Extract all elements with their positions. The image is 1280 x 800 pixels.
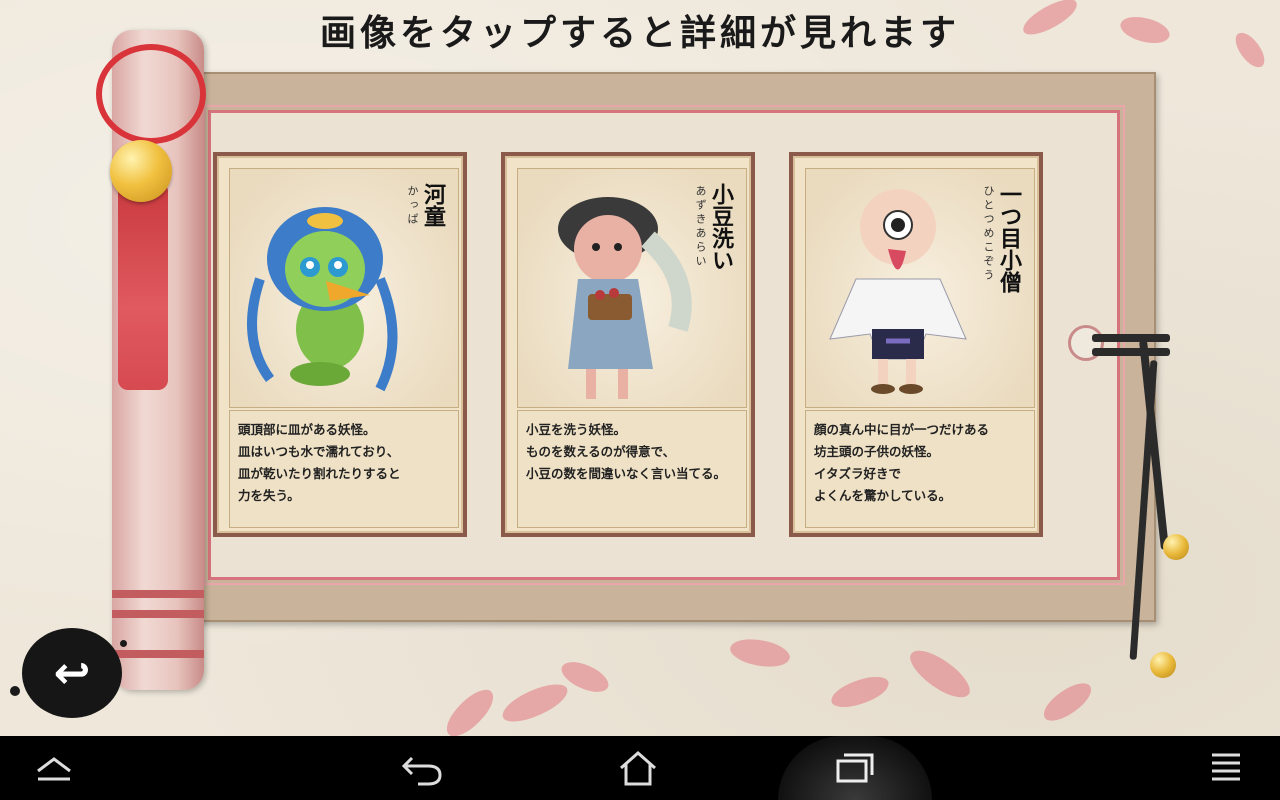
- back-nav-button[interactable]: [382, 736, 462, 800]
- menu-button[interactable]: [1186, 736, 1266, 800]
- roll-band: [112, 590, 204, 598]
- petal-decoration: [438, 683, 502, 736]
- ink-splash: [120, 640, 127, 647]
- card-kappa[interactable]: 河童 かっぱ 頭頂部に皿がある妖怪。 皿はいつも水で濡れており、 皿が乾いたり割…: [213, 152, 467, 537]
- back-icon: [401, 756, 442, 786]
- up-chevron-button[interactable]: [14, 736, 94, 800]
- card-name: 河童: [420, 183, 446, 227]
- card-description: 小豆を洗う妖怪。 ものを数えるのが得意で、 小豆の数を間違いなく言い当てる。: [517, 410, 747, 528]
- cord: [1092, 348, 1170, 356]
- cord-bead-icon: [1163, 534, 1189, 560]
- card-reading: あずきあらい: [694, 185, 707, 269]
- page-title: 画像をタップすると詳細が見れます: [319, 12, 960, 54]
- ink-splash: [10, 686, 20, 696]
- roll-band: [112, 610, 204, 618]
- card-azukiarai[interactable]: 小豆洗い あずきあらい 小豆を洗う妖怪。 ものを数えるのが得意で、 小豆の数を間…: [501, 152, 755, 537]
- back-button[interactable]: ↩: [22, 628, 122, 718]
- app-screen: 画像をタップすると詳細が見れます 河童 かっぱ 頭頂部に皿がある妖怪。 皿はいつ…: [0, 0, 1280, 736]
- card-frame: 小豆洗い あずきあらい 小豆を洗う妖怪。 ものを数えるのが得意で、 小豆の数を間…: [505, 156, 751, 533]
- card-description: 顔の真ん中に目が一つだけある 坊主頭の子供の妖怪。 イタズラ好きで よくんを驚か…: [805, 410, 1035, 528]
- petal-decoration: [827, 672, 893, 712]
- cord-bead-icon: [1150, 652, 1176, 678]
- knot-icon: [96, 44, 206, 144]
- gold-bead-icon: [110, 140, 172, 202]
- card-reading: ひとつめこぞう: [982, 185, 995, 283]
- menu-icon: [1212, 753, 1240, 781]
- tassel-icon: [118, 185, 168, 390]
- petal-decoration: [1018, 0, 1082, 40]
- card-hitotsume-kozou[interactable]: 一つ目小僧 ひとつめこぞう 顔の真ん中に目が一つだけある 坊主頭の子供の妖怪。 …: [789, 152, 1043, 537]
- card-name: 小豆洗い: [708, 183, 734, 271]
- petal-decoration: [1117, 10, 1173, 50]
- card-illustration[interactable]: 小豆洗い あずきあらい: [517, 168, 747, 408]
- roll-band: [112, 650, 204, 658]
- home-button[interactable]: [598, 736, 678, 800]
- card-reading: かっぱ: [406, 185, 419, 227]
- recents-icon: [836, 753, 874, 783]
- petal-decoration: [1231, 27, 1269, 73]
- card-frame: 河童 かっぱ 頭頂部に皿がある妖怪。 皿はいつも水で濡れており、 皿が乾いたり割…: [217, 156, 463, 533]
- card-illustration[interactable]: 河童 かっぱ: [229, 168, 459, 408]
- home-icon: [620, 750, 656, 786]
- return-arrow-icon: ↩: [53, 647, 91, 699]
- up-chevron-icon: [37, 757, 71, 781]
- petal-decoration: [904, 640, 976, 708]
- card-name: 一つ目小僧: [996, 183, 1022, 293]
- petal-decoration: [727, 632, 793, 674]
- card-illustration[interactable]: 一つ目小僧 ひとつめこぞう: [805, 168, 1035, 408]
- card-frame: 一つ目小僧 ひとつめこぞう 顔の真ん中に目が一つだけある 坊主頭の子供の妖怪。 …: [793, 156, 1039, 533]
- recents-button[interactable]: [815, 736, 895, 800]
- petal-decoration: [1037, 677, 1098, 727]
- system-navbar: [0, 736, 1280, 800]
- cord: [1092, 334, 1170, 342]
- petal-decoration: [497, 678, 573, 728]
- card-description: 頭頂部に皿がある妖怪。 皿はいつも水で濡れており、 皿が乾いたり割れたりすると …: [229, 410, 459, 528]
